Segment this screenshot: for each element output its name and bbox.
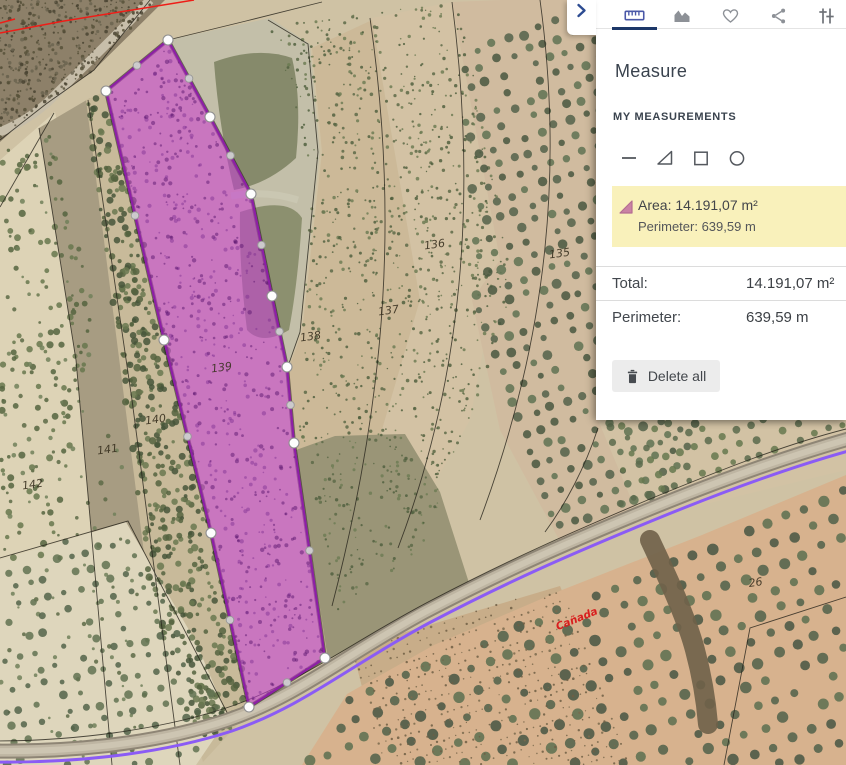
filters-tab-button[interactable]: [815, 6, 837, 26]
circle-tool-button[interactable]: [728, 149, 746, 167]
total-label: Total:: [612, 275, 746, 292]
polygon-vertex-handle[interactable]: [267, 291, 277, 301]
polygon-midpoint-handle[interactable]: [276, 328, 284, 336]
page-title: Measure: [615, 61, 846, 82]
total-row: Total: 14.191,07 m²: [596, 266, 846, 300]
parcel-label: 26: [748, 575, 764, 590]
polygon-tool-icon: [656, 149, 674, 167]
total-value: 14.191,07 m²: [746, 275, 834, 292]
ruler-icon: [624, 6, 645, 25]
polygon-midpoint-handle[interactable]: [133, 62, 141, 70]
perimeter-row: Perimeter: 639,59 m: [596, 300, 846, 334]
polygon-vertex-handle[interactable]: [282, 362, 292, 372]
perimeter-value: Perimeter: 639,59 m: [638, 219, 838, 234]
rectangle-tool-button[interactable]: [692, 149, 710, 167]
polygon-vertex-handle[interactable]: [244, 702, 254, 712]
measure-app: { "panel": { "tabs": [ {"icon": "ruler-i…: [0, 0, 846, 765]
polygon-vertex-handle[interactable]: [206, 528, 216, 538]
trash-icon: [626, 369, 639, 384]
polygon-midpoint-handle[interactable]: [227, 152, 235, 160]
panel-collapse-button[interactable]: [567, 0, 596, 35]
line-tool-icon: [620, 149, 638, 167]
panel-toolbar: [596, 0, 846, 29]
perimeter-label: Perimeter:: [612, 309, 746, 326]
elevation-tab-button[interactable]: [671, 6, 693, 26]
heart-icon: [721, 7, 740, 25]
rectangle-tool-icon: [692, 149, 710, 167]
polygon-vertex-handle[interactable]: [246, 189, 256, 199]
circle-tool-icon: [728, 149, 746, 167]
polygon-midpoint-handle[interactable]: [287, 401, 295, 409]
ruler-tab-button[interactable]: [623, 6, 645, 26]
totals-table: Total: 14.191,07 m² Perimeter: 639,59 m: [596, 266, 846, 334]
polygon-vertex-handle[interactable]: [163, 35, 173, 45]
area-value: Area: 14.191,07 m²: [638, 197, 838, 213]
line-tool-button[interactable]: [620, 149, 638, 167]
share-tab-button[interactable]: [767, 6, 789, 26]
polygon-vertex-handle[interactable]: [101, 86, 111, 96]
polygon-tool-button[interactable]: [656, 149, 674, 167]
share-icon: [769, 7, 788, 25]
area-measurement-icon: [619, 200, 633, 214]
polygon-midpoint-handle[interactable]: [185, 75, 193, 83]
polygon-midpoint-handle[interactable]: [226, 616, 234, 624]
active-tab-underline: [612, 27, 657, 30]
favorites-tab-button[interactable]: [719, 6, 741, 26]
polygon-vertex-handle[interactable]: [289, 438, 299, 448]
delete-all-label: Delete all: [648, 368, 706, 384]
delete-all-button[interactable]: Delete all: [612, 360, 720, 392]
polygon-midpoint-handle[interactable]: [283, 679, 291, 687]
polygon-midpoint-handle[interactable]: [184, 433, 192, 441]
polygon-vertex-handle[interactable]: [205, 112, 215, 122]
perimeter-total-value: 639,59 m: [746, 309, 809, 326]
polygon-vertex-handle[interactable]: [159, 335, 169, 345]
polygon-midpoint-handle[interactable]: [258, 241, 266, 249]
measurement-result-card[interactable]: Area: 14.191,07 m² Perimeter: 639,59 m: [612, 186, 846, 247]
measure-panel: Measure MY MEASUREMENTS Area: 14.1: [596, 0, 846, 420]
polygon-vertex-handle[interactable]: [320, 653, 330, 663]
elevation-chart-icon: [672, 7, 692, 25]
polygon-midpoint-handle[interactable]: [131, 212, 139, 220]
filters-icon: [817, 7, 836, 25]
polygon-midpoint-handle[interactable]: [306, 547, 314, 555]
chevron-right-icon: [576, 3, 587, 18]
measure-tools: [620, 149, 846, 167]
section-label: MY MEASUREMENTS: [613, 111, 846, 123]
